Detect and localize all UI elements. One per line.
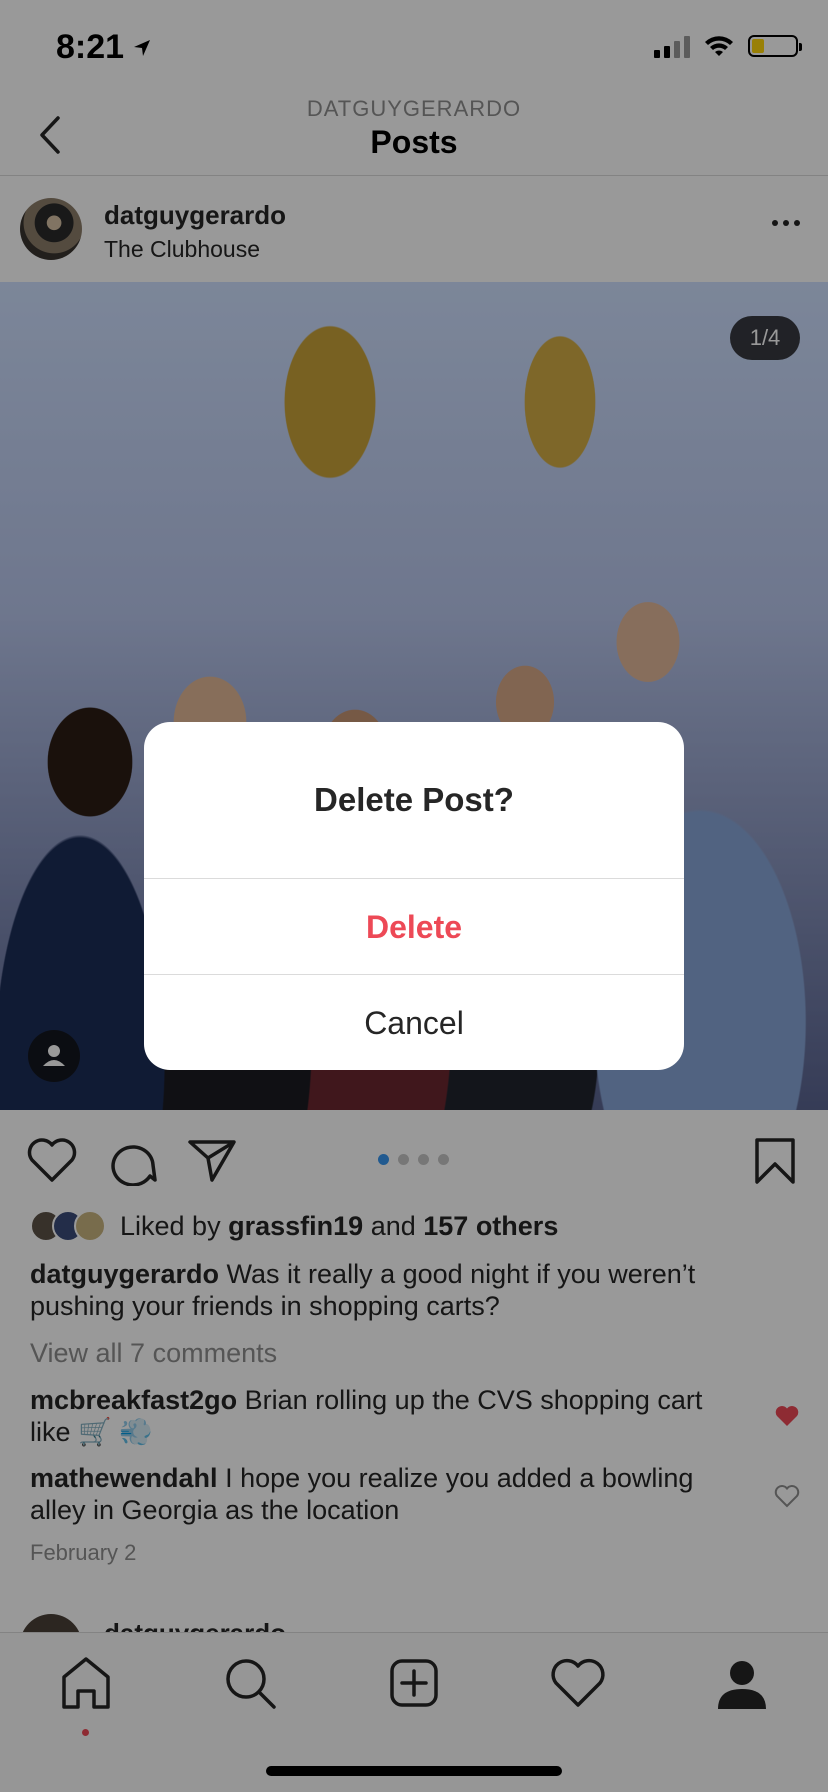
dialog-title: Delete Post? [314,781,514,818]
delete-button[interactable]: Delete [144,878,684,974]
cancel-button[interactable]: Cancel [144,974,684,1070]
delete-post-dialog: Delete Post? Delete Cancel [144,722,684,1070]
